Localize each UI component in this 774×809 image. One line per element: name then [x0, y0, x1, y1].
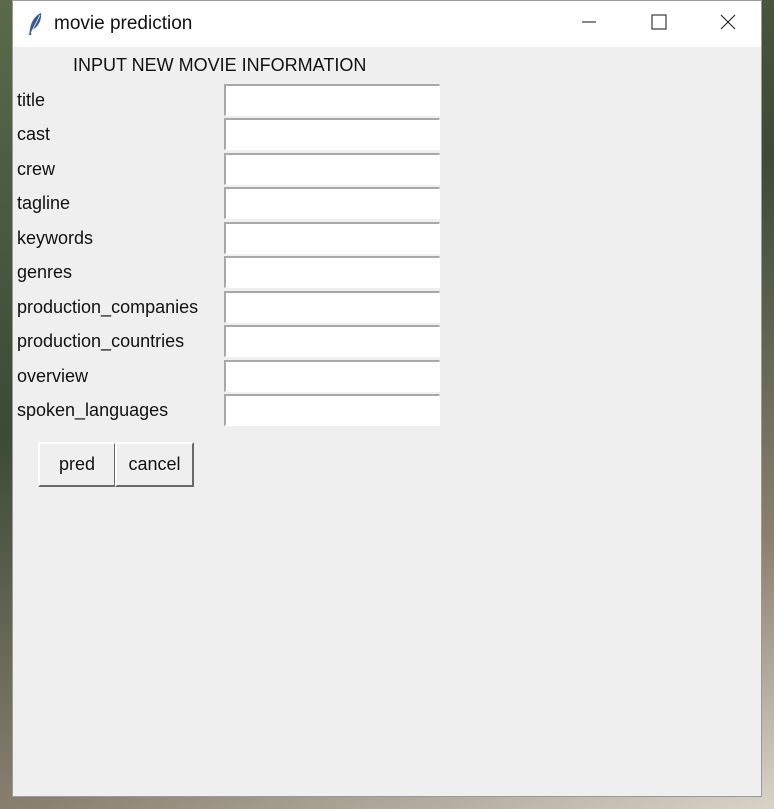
production-countries-input[interactable]: [224, 325, 440, 357]
close-icon: [720, 14, 736, 35]
field-row-tagline: tagline: [17, 187, 447, 221]
window-title: movie prediction: [54, 13, 193, 34]
field-label-genres: genres: [17, 262, 73, 282]
field-label-keywords: keywords: [17, 228, 94, 248]
field-row-production-companies: production_companies: [17, 291, 447, 325]
field-label-crew: crew: [17, 159, 56, 179]
feather-icon: [27, 12, 45, 36]
genres-input[interactable]: [224, 256, 440, 288]
field-label-production-countries: production_countries: [17, 331, 185, 351]
field-row-production-countries: production_countries: [17, 325, 447, 359]
keywords-input[interactable]: [224, 222, 440, 254]
close-button[interactable]: [693, 1, 763, 47]
overview-input[interactable]: [224, 360, 440, 392]
minimize-button[interactable]: [554, 1, 624, 47]
production-companies-input[interactable]: [224, 291, 440, 323]
field-label-overview: overview: [17, 366, 89, 386]
field-row-overview: overview: [17, 360, 447, 394]
field-label-cast: cast: [17, 124, 51, 144]
maximize-icon: [651, 14, 667, 35]
field-row-spoken-languages: spoken_languages: [17, 394, 447, 428]
title-input[interactable]: [224, 84, 440, 116]
field-row-crew: crew: [17, 153, 447, 187]
minimize-icon: [581, 14, 597, 35]
tagline-input[interactable]: [224, 187, 440, 219]
field-label-production-companies: production_companies: [17, 297, 199, 317]
field-row-cast: cast: [17, 118, 447, 152]
crew-input[interactable]: [224, 153, 440, 185]
field-label-spoken-languages: spoken_languages: [17, 400, 169, 420]
field-label-tagline: tagline: [17, 193, 71, 213]
field-row-genres: genres: [17, 256, 447, 290]
form-heading: INPUT NEW MOVIE INFORMATION: [73, 55, 367, 75]
spoken-languages-input[interactable]: [224, 394, 440, 426]
app-window: movie prediction INPUT NEW MOVIE INFORMA…: [12, 0, 762, 797]
cast-input[interactable]: [224, 118, 440, 150]
cancel-button[interactable]: cancel: [115, 442, 194, 487]
maximize-button[interactable]: [624, 1, 694, 47]
field-row-keywords: keywords: [17, 222, 447, 256]
field-row-title: title: [17, 84, 447, 118]
pred-button[interactable]: pred: [38, 442, 116, 487]
title-bar[interactable]: movie prediction: [13, 1, 761, 47]
field-label-title: title: [17, 90, 46, 110]
